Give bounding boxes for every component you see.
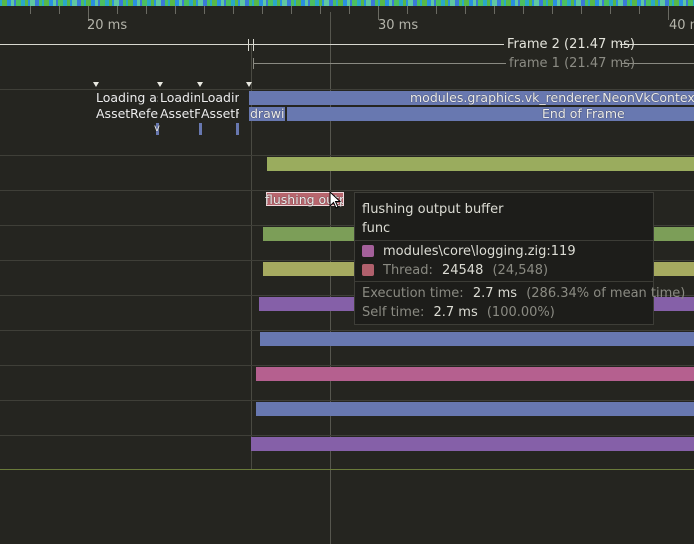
frame-1-line-left [253, 63, 506, 64]
tooltip-self-extra: (100.00%) [486, 305, 555, 320]
worker-zone-blue[interactable] [256, 402, 694, 416]
tooltip-separator [355, 281, 653, 282]
ruler-label-30ms: 30 ms [378, 18, 419, 33]
tooltip-thread-row: Thread: 24548 (24,548) [362, 263, 548, 278]
mouse-pointer-icon [329, 191, 341, 209]
tooltip-kind: func [362, 221, 391, 236]
lane-separator [0, 435, 694, 436]
zone-asset-ref[interactable]: AssetRefe [96, 107, 158, 121]
lane-separator [0, 365, 694, 366]
worker-zone-olive[interactable] [267, 157, 694, 171]
tooltip-thread-label: Thread: [383, 263, 433, 278]
zone-end-of-frame-label: End of Frame [542, 107, 625, 121]
zone-loading-asset[interactable]: Loadin [201, 91, 239, 105]
ruler-minor-tick [581, 6, 582, 14]
frame-1-boundary-mark [253, 58, 254, 69]
ruler-minor-tick [349, 6, 350, 14]
source-color-swatch [362, 245, 374, 257]
zone-end-of-frame[interactable] [287, 107, 694, 121]
ruler-minor-tick [523, 6, 524, 14]
ruler-minor-tick [117, 6, 118, 14]
tooltip-exec-row: Execution time: 2.7 ms (286.34% of mean … [362, 286, 685, 301]
zone-tooltip: flushing output buffer func modules\core… [354, 192, 685, 325]
tooltip-thread-id: 24548 [441, 263, 484, 278]
ruler-minor-tick [407, 6, 408, 14]
lane-separator [0, 330, 694, 331]
ruler-minor-tick [320, 6, 321, 14]
tooltip-title: flushing output buffer [362, 202, 504, 217]
message-marker[interactable] [246, 82, 252, 87]
ruler-minor-tick [610, 6, 611, 14]
ruler-minor-tick [30, 6, 31, 14]
worker-zone-pink[interactable] [256, 367, 694, 381]
frame-2-label[interactable]: Frame 2 (21.47 ms) [507, 37, 635, 52]
tooltip-separator [355, 240, 653, 241]
zone-asset[interactable]: AssetF [201, 107, 239, 121]
ruler-minor-tick [494, 6, 495, 14]
lane-separator [0, 89, 694, 90]
ruler-minor-tick [175, 6, 176, 14]
message-marker[interactable] [93, 82, 99, 87]
ruler-minor-tick [204, 6, 205, 14]
zone-drawing-label: drawi [250, 107, 284, 121]
lane-separator [0, 155, 694, 156]
frame-1-label[interactable]: frame 1 (21.47 ms) [509, 56, 635, 71]
ruler-minor-tick [291, 6, 292, 14]
zone-neon-vk-context-label: modules.graphics.vk_renderer.NeonVkConte… [410, 91, 694, 105]
message-marker[interactable] [157, 82, 163, 87]
tooltip-source-row: modules\core\logging.zig:119 [362, 244, 576, 259]
frame-2-boundary-mark [248, 39, 249, 51]
ruler-minor-tick [465, 6, 466, 14]
ruler-minor-tick [552, 6, 553, 14]
tooltip-source: modules\core\logging.zig:119 [383, 244, 576, 259]
tooltip-exec-extra: (286.34% of mean time) [526, 286, 686, 301]
ruler-minor-tick [639, 6, 640, 14]
zone-loading-asset[interactable]: Loading as [96, 91, 158, 105]
zone-sliver-label: v [154, 123, 160, 134]
frame-2-boundary-mark [253, 39, 254, 51]
tooltip-exec-label: Execution time: [362, 286, 464, 301]
ruler-minor-tick [146, 6, 147, 14]
zone-loading-asset[interactable]: Loadin [160, 91, 200, 105]
frame-2-line-left [0, 44, 504, 45]
tooltip-exec-value: 2.7 ms [472, 286, 518, 301]
worker-zone-purple[interactable] [251, 437, 694, 451]
lane-separator-end [0, 469, 694, 470]
worker-zone-blue[interactable] [260, 332, 694, 346]
zone-activity-strip [0, 0, 694, 6]
ruler-minor-tick [436, 6, 437, 14]
zone-sliver[interactable] [199, 123, 202, 135]
ruler-minor-tick [233, 6, 234, 14]
ruler-minor-tick [59, 6, 60, 14]
tooltip-thread-id-formatted: (24,548) [492, 263, 549, 278]
ruler-label-20ms: 20 ms [87, 18, 128, 33]
ruler-minor-tick [262, 6, 263, 14]
lane-separator [0, 400, 694, 401]
zone-sliver[interactable] [236, 123, 239, 135]
tooltip-self-value: 2.7 ms [433, 305, 478, 320]
tooltip-self-label: Self time: [362, 305, 425, 320]
thread-color-swatch [362, 264, 374, 276]
tooltip-self-row: Self time: 2.7 ms (100.00%) [362, 305, 555, 320]
ruler-label-40ms: 40 ms [669, 18, 694, 33]
zone-asset[interactable]: AssetF [160, 107, 200, 121]
lane-separator [0, 190, 694, 191]
message-marker[interactable] [197, 82, 203, 87]
